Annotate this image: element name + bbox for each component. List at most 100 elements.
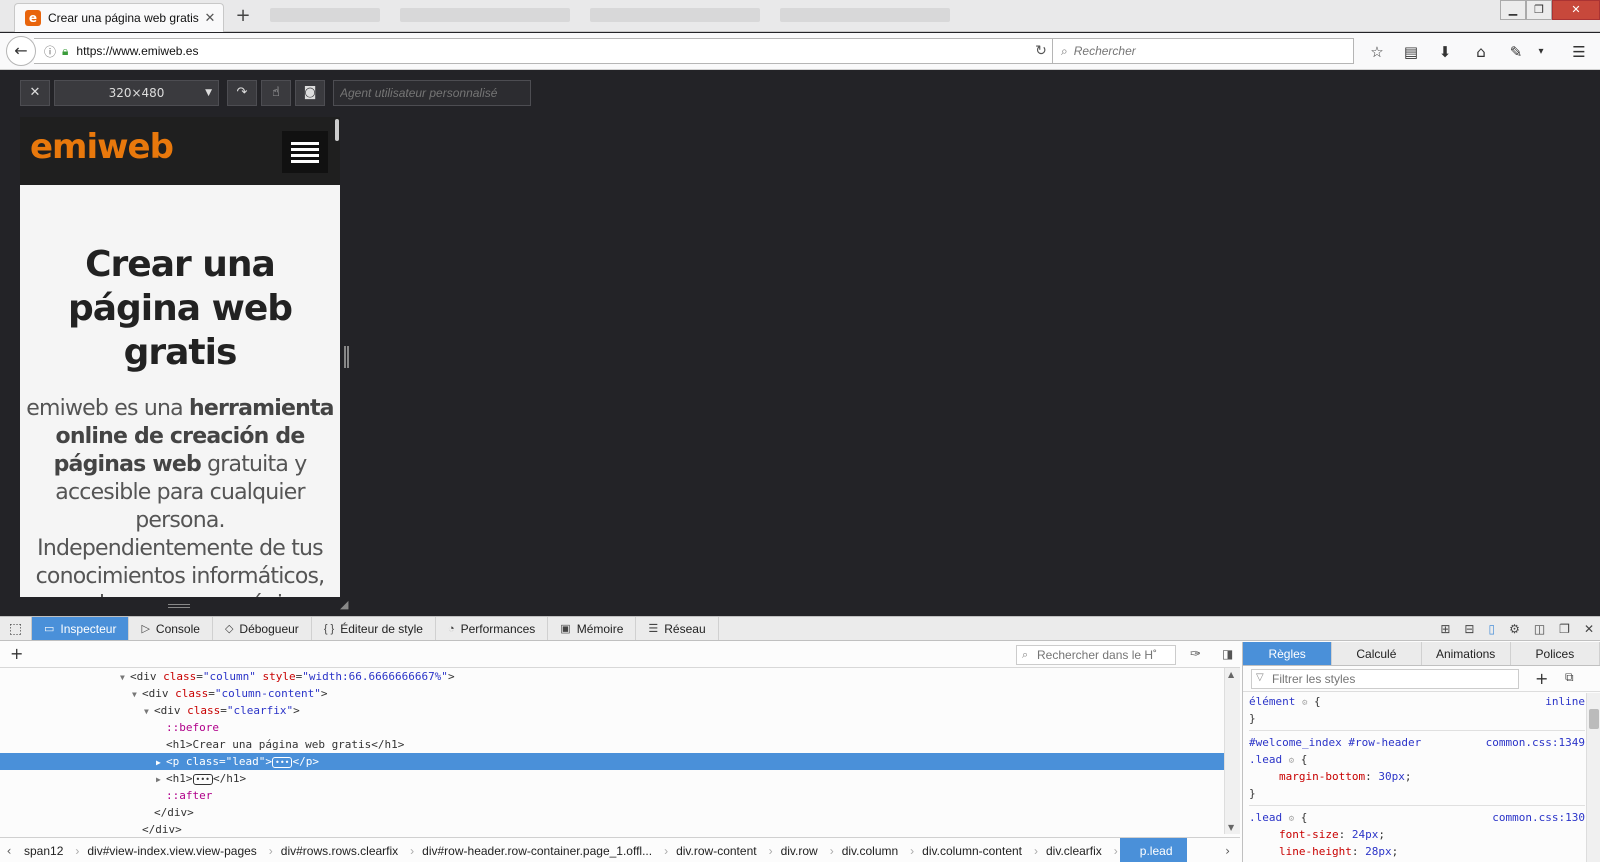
- site-logo[interactable]: emiweb: [30, 127, 174, 167]
- css-property[interactable]: font-size: [1279, 828, 1339, 841]
- markup-search-input[interactable]: [1016, 645, 1176, 665]
- close-tab-icon[interactable]: ✕: [201, 11, 219, 26]
- markup-node[interactable]: ::before: [0, 719, 1240, 736]
- undock-icon[interactable]: ❐: [1559, 622, 1570, 636]
- url-bar[interactable]: ⓘ 🔒︎ https://www.emiweb.es ↻: [34, 38, 1054, 64]
- rule-gear-icon[interactable]: ⚙: [1289, 814, 1294, 824]
- background-tab[interactable]: [590, 8, 760, 22]
- chevron-right-icon[interactable]: ›: [1225, 838, 1230, 862]
- emulated-viewport[interactable]: emiweb Crear una página web gratis emiwe…: [20, 117, 340, 597]
- bookmark-star-icon[interactable]: ☆: [1366, 41, 1388, 63]
- tab-style-editor[interactable]: { } Éditeur de style: [312, 617, 436, 640]
- info-icon[interactable]: ⓘ: [44, 43, 56, 60]
- hamburger-menu-icon[interactable]: [282, 131, 328, 173]
- touch-simulation-button[interactable]: ☝: [261, 80, 291, 106]
- reading-list-icon[interactable]: ▤: [1400, 41, 1422, 63]
- expanded-triangle-icon[interactable]: ▼: [144, 703, 154, 720]
- home-icon[interactable]: ⌂: [1470, 41, 1492, 63]
- breadcrumb-item[interactable]: div.column-content: [916, 838, 1040, 862]
- close-rdm-button[interactable]: ✕: [20, 80, 50, 106]
- rule-declaration[interactable]: font-size: 24px;: [1249, 826, 1585, 843]
- collapsed-triangle-icon[interactable]: ▶: [156, 754, 166, 771]
- reload-icon[interactable]: ↻: [1029, 43, 1053, 59]
- sidebar-toggle-icon[interactable]: ◨: [1222, 647, 1233, 661]
- breadcrumb-item[interactable]: div.row-content: [670, 838, 774, 862]
- developer-tools-icon[interactable]: ✎: [1505, 41, 1527, 63]
- viewport-resize-handle[interactable]: [344, 346, 349, 368]
- rule-declaration[interactable]: margin-bottom: 30px;: [1249, 768, 1585, 785]
- screenshot-button[interactable]: ◙: [295, 80, 325, 106]
- gear-icon[interactable]: ⚙: [1509, 622, 1520, 636]
- rotate-button[interactable]: ↷: [227, 80, 257, 106]
- breadcrumb-item[interactable]: span12: [18, 838, 81, 862]
- rule-selector-line[interactable]: .lead ⚙ {: [1249, 751, 1585, 768]
- tab-computed[interactable]: Calculé: [1332, 642, 1422, 665]
- browser-tab[interactable]: e Crear una página web gratis ✕: [14, 3, 224, 32]
- tab-network[interactable]: ☰ Réseau: [636, 617, 719, 640]
- viewport-resize-handle[interactable]: [168, 604, 190, 608]
- rule-selector-line[interactable]: #welcome_index #row-header common.css:134…: [1249, 734, 1585, 751]
- layout-icon[interactable]: ⊞: [1440, 622, 1450, 636]
- expanded-triangle-icon[interactable]: ▼: [132, 686, 142, 703]
- download-icon[interactable]: ⬇: [1434, 41, 1456, 63]
- tab-inspector[interactable]: ▭ Inspecteur: [32, 617, 130, 640]
- ellipsis-icon[interactable]: •••: [192, 773, 213, 785]
- markup-node[interactable]: ▶ <h1> ••• </h1>: [0, 770, 1240, 787]
- rule-source[interactable]: common.css:130: [1492, 809, 1585, 826]
- dock-side-icon[interactable]: ◫: [1534, 622, 1545, 636]
- markup-node-selected[interactable]: ▶ <p class="lead"> ••• </p>: [0, 753, 1240, 770]
- element-picker-icon[interactable]: ⬚: [0, 617, 32, 640]
- markup-node[interactable]: <h1>Crear una página web gratis</h1>: [0, 736, 1240, 753]
- css-value[interactable]: 24px: [1352, 828, 1379, 841]
- resize-corner-icon[interactable]: ◢: [340, 598, 348, 611]
- pseudo-class-toggle-icon[interactable]: ⧉: [1565, 670, 1574, 685]
- url-text[interactable]: https://www.emiweb.es: [76, 44, 1029, 58]
- markup-node[interactable]: </div>: [0, 804, 1240, 821]
- rule-declaration[interactable]: line-height: 28px;: [1249, 843, 1585, 860]
- add-rule-icon[interactable]: +: [1535, 669, 1548, 688]
- minimize-button[interactable]: ▁: [1500, 0, 1526, 20]
- scroll-up-icon[interactable]: ▲: [1228, 670, 1234, 679]
- background-tab[interactable]: [270, 8, 380, 22]
- css-property[interactable]: margin-bottom: [1279, 770, 1365, 783]
- eyedropper-icon[interactable]: ✑: [1190, 647, 1201, 662]
- scroll-down-icon[interactable]: ▼: [1228, 823, 1234, 832]
- collapsed-triangle-icon[interactable]: ▶: [156, 771, 166, 788]
- viewport-size-select[interactable]: 320×480 ▼: [54, 80, 219, 106]
- search-input[interactable]: [1073, 44, 1334, 58]
- breadcrumb-item[interactable]: div.column: [836, 838, 916, 862]
- css-property[interactable]: line-height: [1279, 845, 1352, 858]
- tab-rules[interactable]: Règles: [1243, 642, 1333, 665]
- viewport-scrollbar[interactable]: [334, 117, 340, 597]
- search-bar[interactable]: ⌕: [1052, 38, 1354, 64]
- menu-icon[interactable]: ☰: [1568, 41, 1590, 63]
- split-console-icon[interactable]: ⊟: [1464, 622, 1474, 636]
- markup-node[interactable]: ▼ <div class="column" style="width:66.666…: [0, 668, 1240, 685]
- rule-selector-line[interactable]: .lead ⚙ {common.css:130: [1249, 809, 1585, 826]
- new-tab-button[interactable]: +: [232, 5, 254, 27]
- breadcrumb-item[interactable]: div.row: [775, 838, 836, 862]
- tab-animations[interactable]: Animations: [1422, 642, 1511, 665]
- responsive-mode-icon[interactable]: ▯: [1488, 622, 1495, 636]
- breadcrumb-item[interactable]: div#row-header.row-container.page_1.offl…: [416, 838, 670, 862]
- expanded-triangle-icon[interactable]: ▼: [120, 669, 130, 686]
- breadcrumb-item[interactable]: div#view-index.view.view-pages: [81, 838, 274, 862]
- rule-selector-line[interactable]: élément ⚙ {inline: [1249, 693, 1585, 710]
- breadcrumb-item[interactable]: div.clearfix: [1040, 838, 1120, 862]
- rule-source[interactable]: common.css:1349: [1486, 734, 1585, 751]
- markup-node[interactable]: ▼ <div class="column-content">: [0, 685, 1240, 702]
- breadcrumb-item[interactable]: div#rows.rows.clearfix: [275, 838, 416, 862]
- ellipsis-icon[interactable]: •••: [272, 756, 293, 768]
- filter-styles-input[interactable]: [1251, 669, 1519, 689]
- chevron-left-icon[interactable]: ‹: [0, 844, 18, 858]
- markup-node[interactable]: ▼ <div class="clearfix">: [0, 702, 1240, 719]
- background-tab[interactable]: [400, 8, 570, 22]
- rules-scrollbar[interactable]: [1586, 693, 1600, 862]
- rule-gear-icon[interactable]: ⚙: [1289, 756, 1294, 766]
- rule-source[interactable]: inline: [1545, 693, 1585, 710]
- rules-list[interactable]: élément ⚙ {inline } #welcome_index #row-…: [1243, 693, 1585, 862]
- css-value[interactable]: 28px: [1365, 845, 1392, 858]
- maximize-button[interactable]: ❐: [1526, 0, 1552, 20]
- tab-memory[interactable]: ▣ Mémoire: [548, 617, 637, 640]
- background-tab[interactable]: [780, 8, 950, 22]
